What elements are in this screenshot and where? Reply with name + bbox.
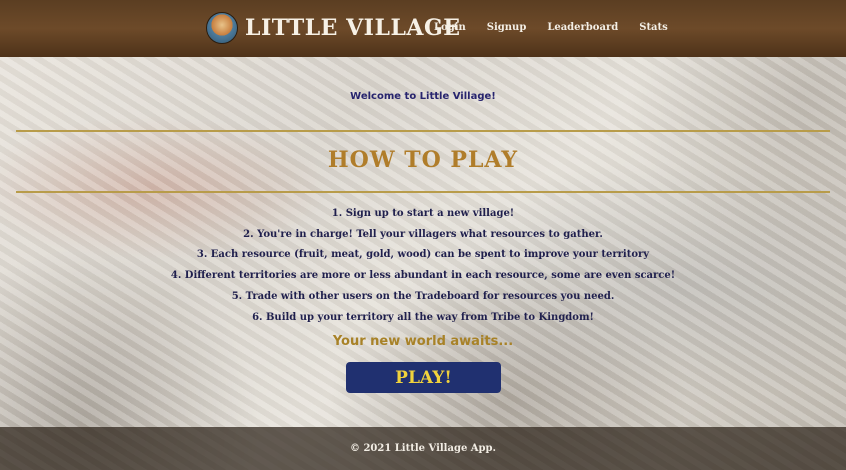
welcome-message: Welcome to Little Village!	[350, 91, 496, 102]
tagline: Your new world awaits...	[332, 334, 514, 349]
instruction-list: 1. Sign up to start a new village! 2. Yo…	[0, 204, 846, 328]
how-to-play-heading: HOW TO PLAY	[327, 147, 519, 173]
instruction-step-2: 2. You're in charge! Tell your villagers…	[243, 228, 603, 240]
heading-divider-top	[16, 130, 830, 132]
footer-copyright: © 2021 Little Village App.	[0, 427, 846, 470]
nav-stats-link[interactable]: Stats	[639, 22, 668, 33]
instruction-step-6: 6. Build up your territory all the way f…	[252, 311, 594, 323]
play-button[interactable]: PLAY!	[346, 362, 501, 393]
village-emblem-icon	[206, 12, 238, 44]
instruction-step-4: 4. Different territories are more or les…	[170, 270, 676, 282]
instruction-step-3: 3. Each resource (fruit, meat, gold, woo…	[196, 249, 650, 261]
brand-title: LITTLE VILLAGE	[245, 15, 461, 41]
instruction-step-1: 1. Sign up to start a new village!	[331, 208, 515, 219]
brand[interactable]: LITTLE VILLAGE	[206, 12, 461, 44]
top-nav-bar: LITTLE VILLAGE Login Signup Leaderboard …	[0, 0, 846, 57]
instruction-step-5: 5. Trade with other users on the Tradebo…	[231, 290, 615, 302]
main-nav: Login Signup Leaderboard Stats	[434, 22, 689, 33]
nav-login-link[interactable]: Login	[434, 22, 466, 33]
heading-divider-bottom	[16, 191, 830, 193]
nav-signup-link[interactable]: Signup	[487, 22, 527, 33]
nav-leaderboard-link[interactable]: Leaderboard	[547, 22, 618, 33]
